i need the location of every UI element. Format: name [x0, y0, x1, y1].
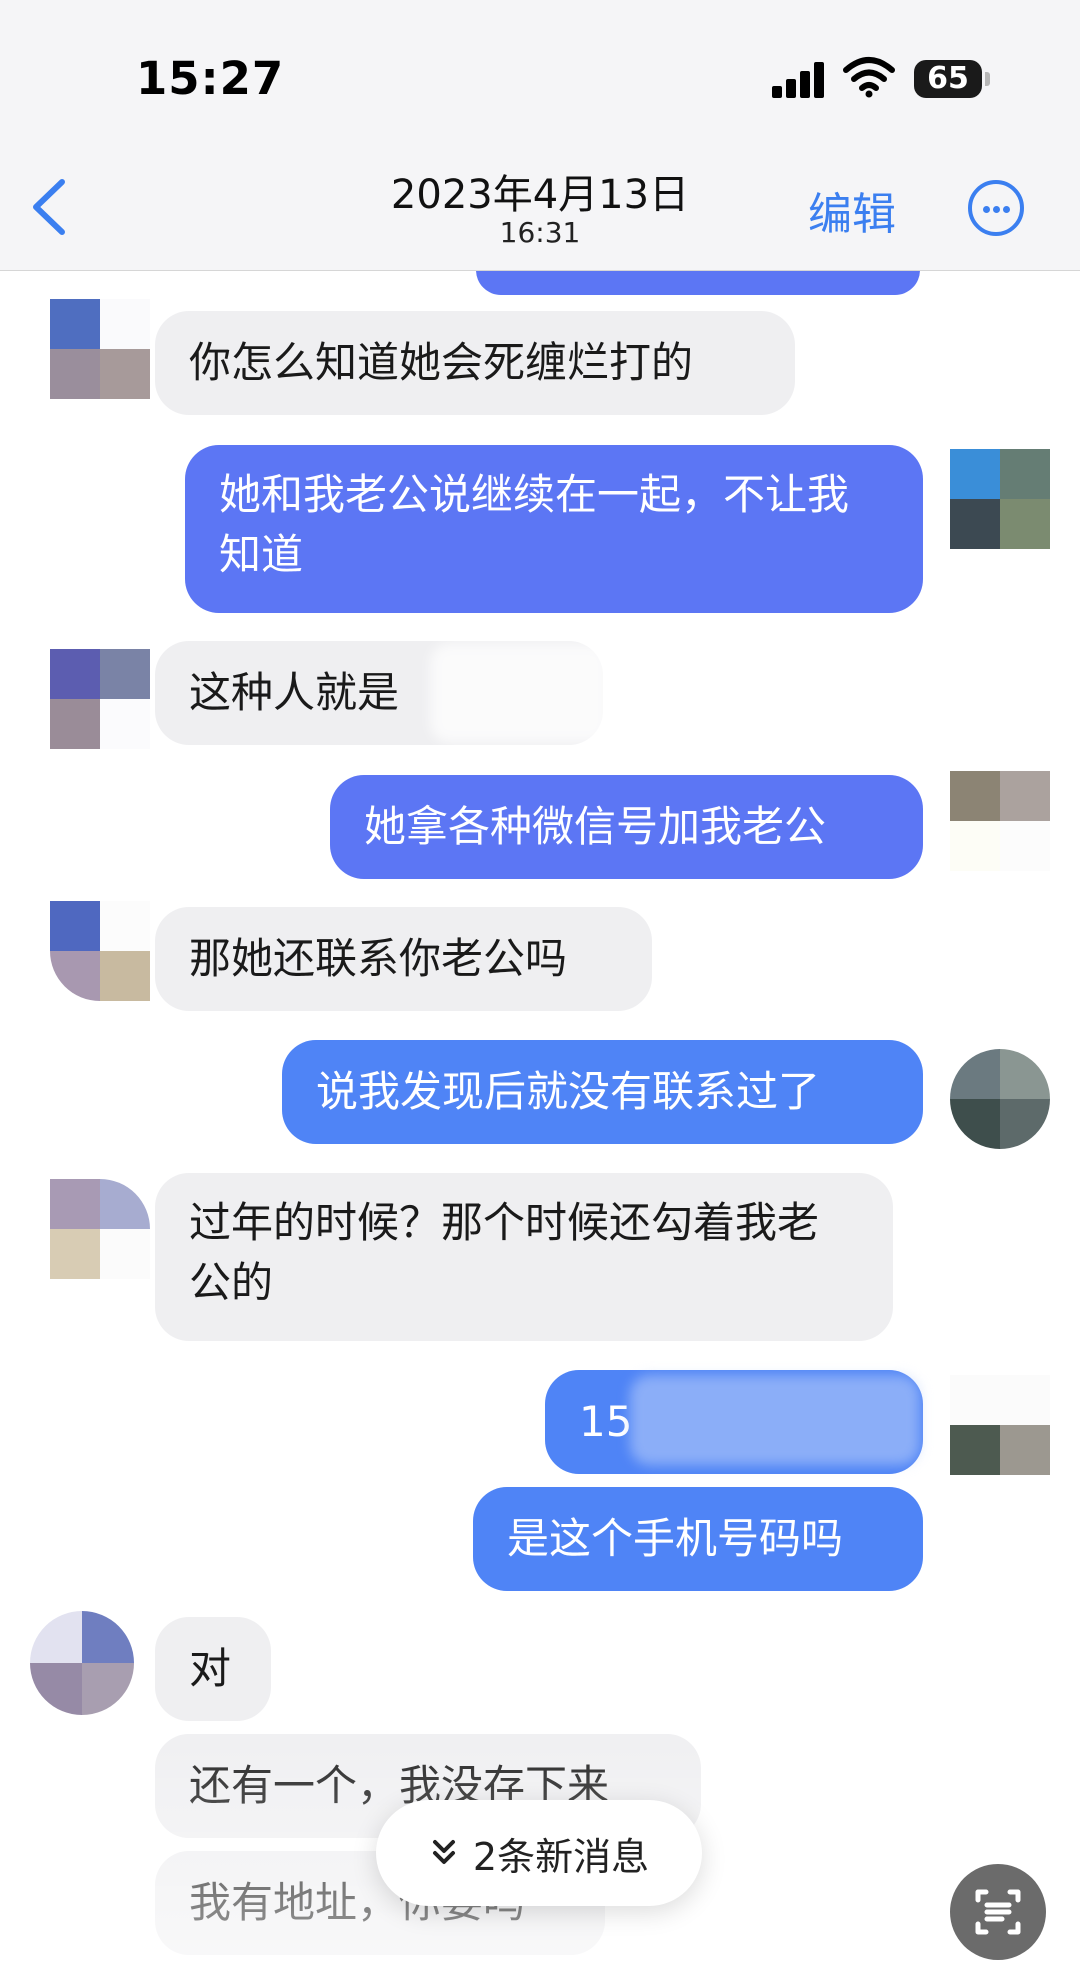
message-bubble[interactable]: 对 [155, 1617, 271, 1721]
status-bar: 15:27 65 [0, 0, 1080, 150]
avatar [950, 771, 1050, 871]
edit-button[interactable]: 编辑 [808, 178, 896, 242]
avatar [50, 1179, 150, 1279]
message-bubble[interactable]: 你怎么知道她会死缠烂打的 [155, 311, 795, 415]
blur-redaction [630, 1375, 920, 1465]
avatar [50, 901, 150, 1001]
avatar [950, 449, 1050, 549]
cellular-signal-icon [772, 62, 828, 98]
scan-text-icon [975, 1889, 1021, 1935]
message-bubble[interactable]: 那她还联系你老公吗 [155, 907, 652, 1011]
blur-redaction [430, 643, 610, 743]
new-messages-button[interactable]: 2条新消息 [376, 1800, 702, 1906]
avatar [50, 649, 150, 749]
message-bubble[interactable]: 是这个手机号码吗 [473, 1487, 923, 1591]
status-time: 15:27 [136, 52, 285, 105]
message-bubble[interactable]: 她和我老公说继续在一起，不让我知道 [185, 445, 923, 613]
scan-text-button[interactable] [950, 1864, 1046, 1960]
message-bubble[interactable]: 她拿各种微信号加我老公 [330, 775, 923, 879]
message-list[interactable]: 你怎么知道她会死缠烂打的 她和我老公说继续在一起，不让我知道 这种人就是 她拿各… [0, 271, 1080, 1964]
chevron-left-icon[interactable] [20, 174, 80, 240]
battery-icon: 65 [914, 60, 990, 98]
page-subtitle: 16:31 [499, 216, 581, 249]
avatar [950, 1375, 1050, 1475]
message-bubble[interactable]: 说我发现后就没有联系过了 [282, 1040, 923, 1144]
avatar [950, 1049, 1050, 1149]
more-circle-icon[interactable] [968, 180, 1024, 236]
double-chevron-down-icon [432, 1840, 455, 1864]
message-bubble[interactable]: 过年的时候？那个时候还勾着我老公的 [155, 1173, 893, 1341]
new-messages-label: 2条新消息 [472, 1834, 650, 1879]
avatar [30, 1611, 134, 1715]
message-bubble-partial [476, 271, 920, 295]
wifi-icon [843, 57, 895, 98]
avatar [50, 299, 150, 399]
nav-bar: 2023年4月13日 16:31 编辑 [0, 150, 1080, 271]
page-title: 2023年4月13日 [390, 172, 690, 218]
